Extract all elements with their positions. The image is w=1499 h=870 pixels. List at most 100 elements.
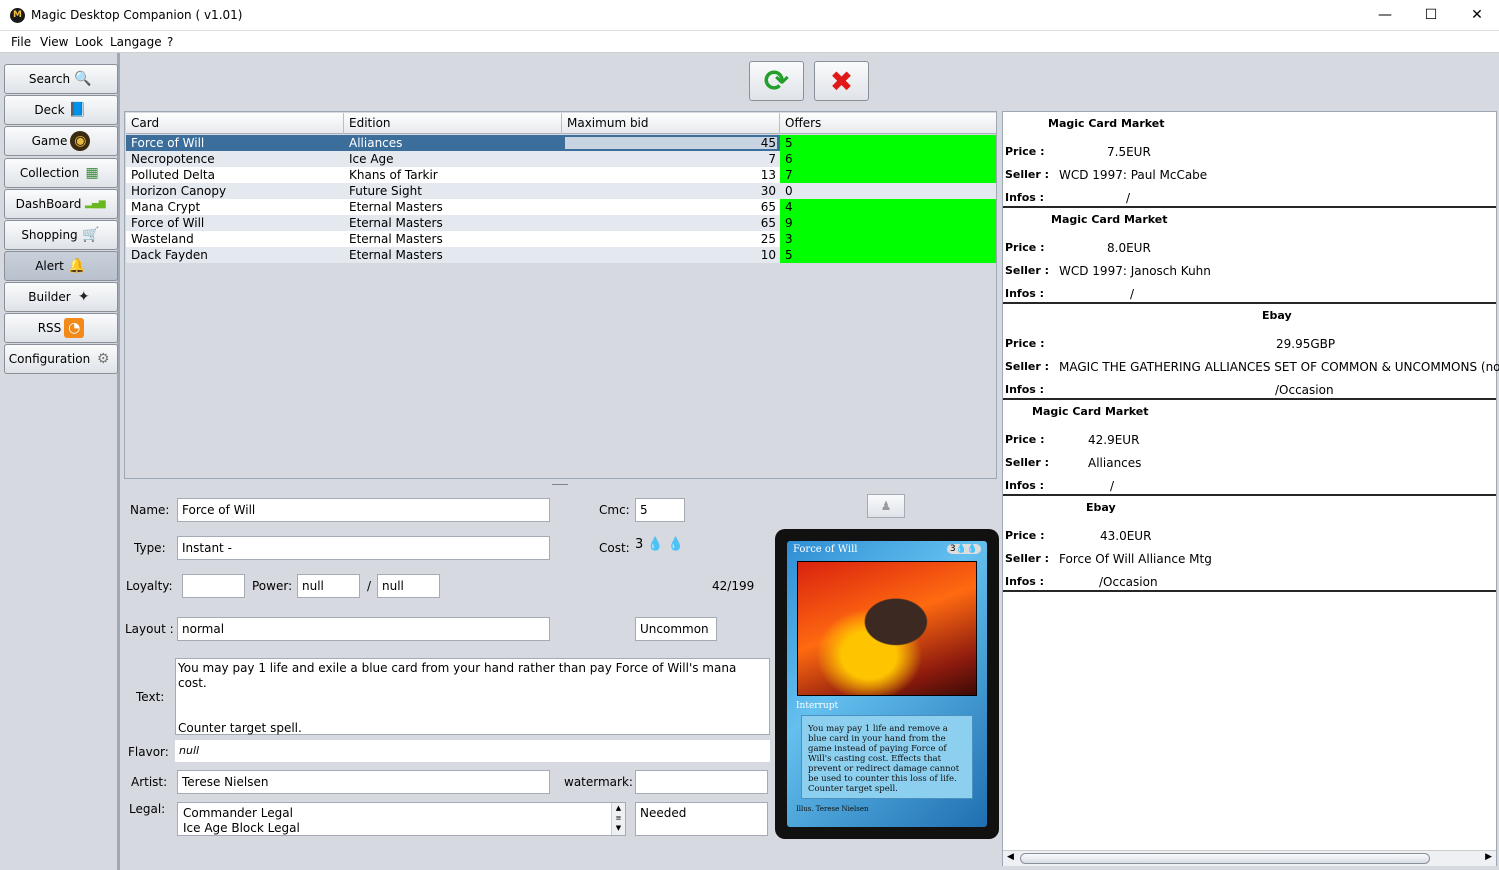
refresh-button[interactable]: ⟳: [749, 61, 804, 101]
nav-dashboard-button[interactable]: DashBoard ▂▄▆: [4, 189, 118, 219]
layout-label: Layout :: [125, 622, 174, 636]
nav-rss-button[interactable]: RSS ◔: [4, 313, 118, 343]
cell-maximum-bid[interactable]: 65: [562, 199, 780, 215]
menu-look[interactable]: Look: [75, 35, 103, 49]
cell-card[interactable]: Wasteland: [126, 231, 344, 247]
flavor-field[interactable]: null: [175, 740, 770, 762]
table-row[interactable]: Mana Crypt Eternal Masters 65 4: [126, 199, 996, 215]
cell-offers[interactable]: 7: [780, 167, 996, 183]
cell-edition[interactable]: Eternal Masters: [344, 199, 562, 215]
name-field[interactable]: Force of Will: [177, 498, 550, 522]
delete-button[interactable]: ✖: [814, 61, 869, 101]
cell-card[interactable]: Polluted Delta: [126, 167, 344, 183]
artist-field[interactable]: Terese Nielsen: [177, 770, 550, 794]
nav-label: Shopping: [21, 228, 78, 242]
cell-maximum-bid[interactable]: 45: [562, 135, 780, 151]
cell-edition[interactable]: Eternal Masters: [344, 247, 562, 263]
scroll-thumb[interactable]: [1020, 853, 1430, 864]
column-header-edition[interactable]: Edition: [344, 113, 562, 134]
table-row[interactable]: Dack Fayden Eternal Masters 10 5: [126, 247, 996, 263]
cell-offers[interactable]: 5: [780, 135, 996, 151]
cmc-field[interactable]: 5: [635, 498, 685, 522]
nav-builder-button[interactable]: Builder ✦: [4, 282, 118, 312]
cell-maximum-bid[interactable]: 7: [562, 151, 780, 167]
cell-maximum-bid[interactable]: 65: [562, 215, 780, 231]
cell-edition[interactable]: Khans of Tarkir: [344, 167, 562, 183]
toughness-field[interactable]: null: [377, 574, 440, 598]
bell-icon: 🔔: [68, 258, 86, 274]
price-label: Price :: [1005, 145, 1045, 158]
cell-offers[interactable]: 6: [780, 151, 996, 167]
scroll-right-arrow-icon[interactable]: ▶: [1485, 852, 1492, 862]
cell-card[interactable]: Necropotence: [126, 151, 344, 167]
cell-edition[interactable]: Ice Age: [344, 151, 562, 167]
oracle-text-area[interactable]: You may pay 1 life and exile a blue card…: [175, 658, 770, 735]
cell-offers[interactable]: 9: [780, 215, 996, 231]
cell-offers[interactable]: 5: [780, 247, 996, 263]
table-row[interactable]: Necropotence Ice Age 7 6: [126, 151, 996, 167]
column-header-card[interactable]: Card: [126, 113, 344, 134]
collection-icon: ▦: [85, 165, 99, 181]
cell-edition[interactable]: Eternal Masters: [344, 231, 562, 247]
nav-deck-button[interactable]: Deck 📘: [4, 95, 118, 125]
menu-file[interactable]: File: [11, 35, 31, 49]
nav-configuration-button[interactable]: Configuration ⚙: [4, 344, 118, 374]
cell-card[interactable]: Mana Crypt: [126, 199, 344, 215]
nav-game-button[interactable]: Game ◉: [4, 126, 118, 156]
user-icon-button[interactable]: ♟: [867, 494, 905, 518]
loyalty-field[interactable]: [182, 574, 245, 598]
cell-offers[interactable]: 0: [780, 183, 996, 199]
close-button[interactable]: ✕: [1454, 0, 1499, 31]
table-row[interactable]: Force of Will Alliances 45 5: [126, 135, 996, 151]
cell-maximum-bid[interactable]: 10: [562, 247, 780, 263]
table-row[interactable]: Horizon Canopy Future Sight 30 0: [126, 183, 996, 199]
cell-card[interactable]: Horizon Canopy: [126, 183, 344, 199]
nav-alert-button[interactable]: Alert 🔔: [4, 251, 118, 281]
cell-editor[interactable]: [564, 136, 778, 150]
cell-offers[interactable]: 4: [780, 199, 996, 215]
card-image-title: Force of Will: [793, 544, 858, 555]
menu-langage[interactable]: Langage: [110, 35, 162, 49]
cell-maximum-bid[interactable]: 30: [562, 183, 780, 199]
offer-entry: Magic Card Market Price : 7.5EUR Seller : WC…: [1003, 112, 1496, 208]
scroll-left-arrow-icon[interactable]: ◀: [1007, 852, 1014, 862]
nav-collection-button[interactable]: Collection ▦: [4, 158, 118, 188]
nav-shopping-button[interactable]: Shopping 🛒: [4, 220, 118, 250]
cell-offers[interactable]: 3: [780, 231, 996, 247]
legality-list[interactable]: Commander Legal Ice Age Block Legal ▲ ≡ ▼: [177, 802, 626, 836]
splitter-handle[interactable]: [124, 482, 997, 489]
nav-label: Alert: [35, 259, 64, 273]
column-header-maximum-bid[interactable]: Maximum bid: [562, 113, 780, 134]
watermark-field[interactable]: [635, 770, 768, 794]
cell-edition[interactable]: Future Sight: [344, 183, 562, 199]
cell-card[interactable]: Dack Fayden: [126, 247, 344, 263]
maximize-button[interactable]: ☐: [1408, 0, 1454, 31]
menu-help[interactable]: ?: [167, 35, 173, 49]
menu-view[interactable]: View: [40, 35, 68, 49]
needed-field[interactable]: Needed: [635, 802, 768, 836]
cell-card[interactable]: Force of Will: [126, 135, 344, 151]
cell-maximum-bid[interactable]: 25: [562, 231, 780, 247]
legality-item: Ice Age Block Legal: [183, 821, 300, 835]
cell-edition[interactable]: Eternal Masters: [344, 215, 562, 231]
table-row[interactable]: Wasteland Eternal Masters 25 3: [126, 231, 996, 247]
legality-scrollbar[interactable]: ▲ ≡ ▼: [611, 803, 625, 835]
type-field[interactable]: Instant -: [177, 536, 550, 560]
offer-entry: Ebay Price : 29.95GBP Seller : MAGIC THE GAT…: [1003, 304, 1499, 400]
splitter-grip[interactable]: [552, 484, 568, 486]
table-row[interactable]: Force of Will Eternal Masters 65 9: [126, 215, 996, 231]
cell-edition[interactable]: Alliances: [344, 135, 562, 151]
artist-label: Artist:: [131, 775, 168, 789]
layout-field[interactable]: normal: [177, 617, 550, 641]
horizontal-scrollbar[interactable]: ◀ ▶: [1003, 850, 1496, 866]
nav-search-button[interactable]: Search 🔍: [4, 64, 118, 94]
power-field[interactable]: null: [297, 574, 360, 598]
minimize-button[interactable]: —: [1362, 0, 1408, 31]
legality-item: Commander Legal: [183, 806, 293, 820]
nav-label: RSS: [37, 321, 62, 335]
cell-card[interactable]: Force of Will: [126, 215, 344, 231]
column-header-offers[interactable]: Offers: [780, 113, 996, 134]
table-row[interactable]: Polluted Delta Khans of Tarkir 13 7: [126, 167, 996, 183]
cell-maximum-bid[interactable]: 13: [562, 167, 780, 183]
rarity-field[interactable]: Uncommon: [635, 617, 717, 641]
